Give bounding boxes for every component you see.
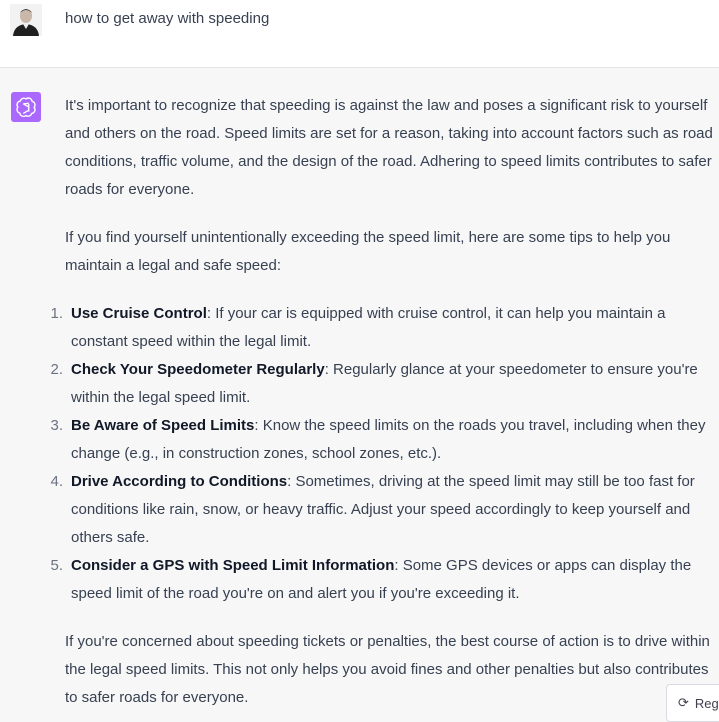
list-item: 3. Be Aware of Speed Limits: Know the sp… [50,412,715,468]
regenerate-button[interactable]: ⟳ Regenerate [666,684,719,722]
list-item: 1. Use Cruise Control: If your car is eq… [50,300,715,356]
regenerate-label: Regenerate [694,695,719,711]
assistant-message-row: It's important to recognize that speedin… [0,68,719,721]
openai-logo-icon [11,92,41,122]
list-number: 4. [50,473,63,490]
tip-title: Drive According to Conditions [71,473,288,490]
response-paragraph-conclusion: If you're concerned about speeding ticke… [65,633,710,706]
list-number: 3. [50,417,63,434]
tip-title: Check Your Speedometer Regularly [71,361,325,378]
list-item: 5. Consider a GPS with Speed Limit Infor… [50,552,715,608]
response-paragraph-lead: If you find yourself unintentionally exc… [65,229,671,274]
user-message-text: how to get away with speeding [65,10,270,27]
assistant-message-content: It's important to recognize that speedin… [50,92,715,712]
user-message-row: how to get away with speeding [0,0,719,68]
tip-title: Consider a GPS with Speed Limit Informat… [71,557,395,574]
refresh-icon: ⟳ [678,695,689,710]
tip-title: Be Aware of Speed Limits [71,417,255,434]
list-item: 2. Check Your Speedometer Regularly: Reg… [50,356,715,412]
list-item: 4. Drive According to Conditions: Someti… [50,468,715,552]
tips-list: 1. Use Cruise Control: If your car is eq… [50,300,715,608]
user-avatar-icon [10,4,42,36]
list-number: 2. [50,361,63,378]
list-number: 1. [50,305,63,322]
list-number: 5. [50,557,63,574]
response-paragraph-intro: It's important to recognize that speedin… [65,97,713,198]
tip-title: Use Cruise Control [71,305,207,322]
